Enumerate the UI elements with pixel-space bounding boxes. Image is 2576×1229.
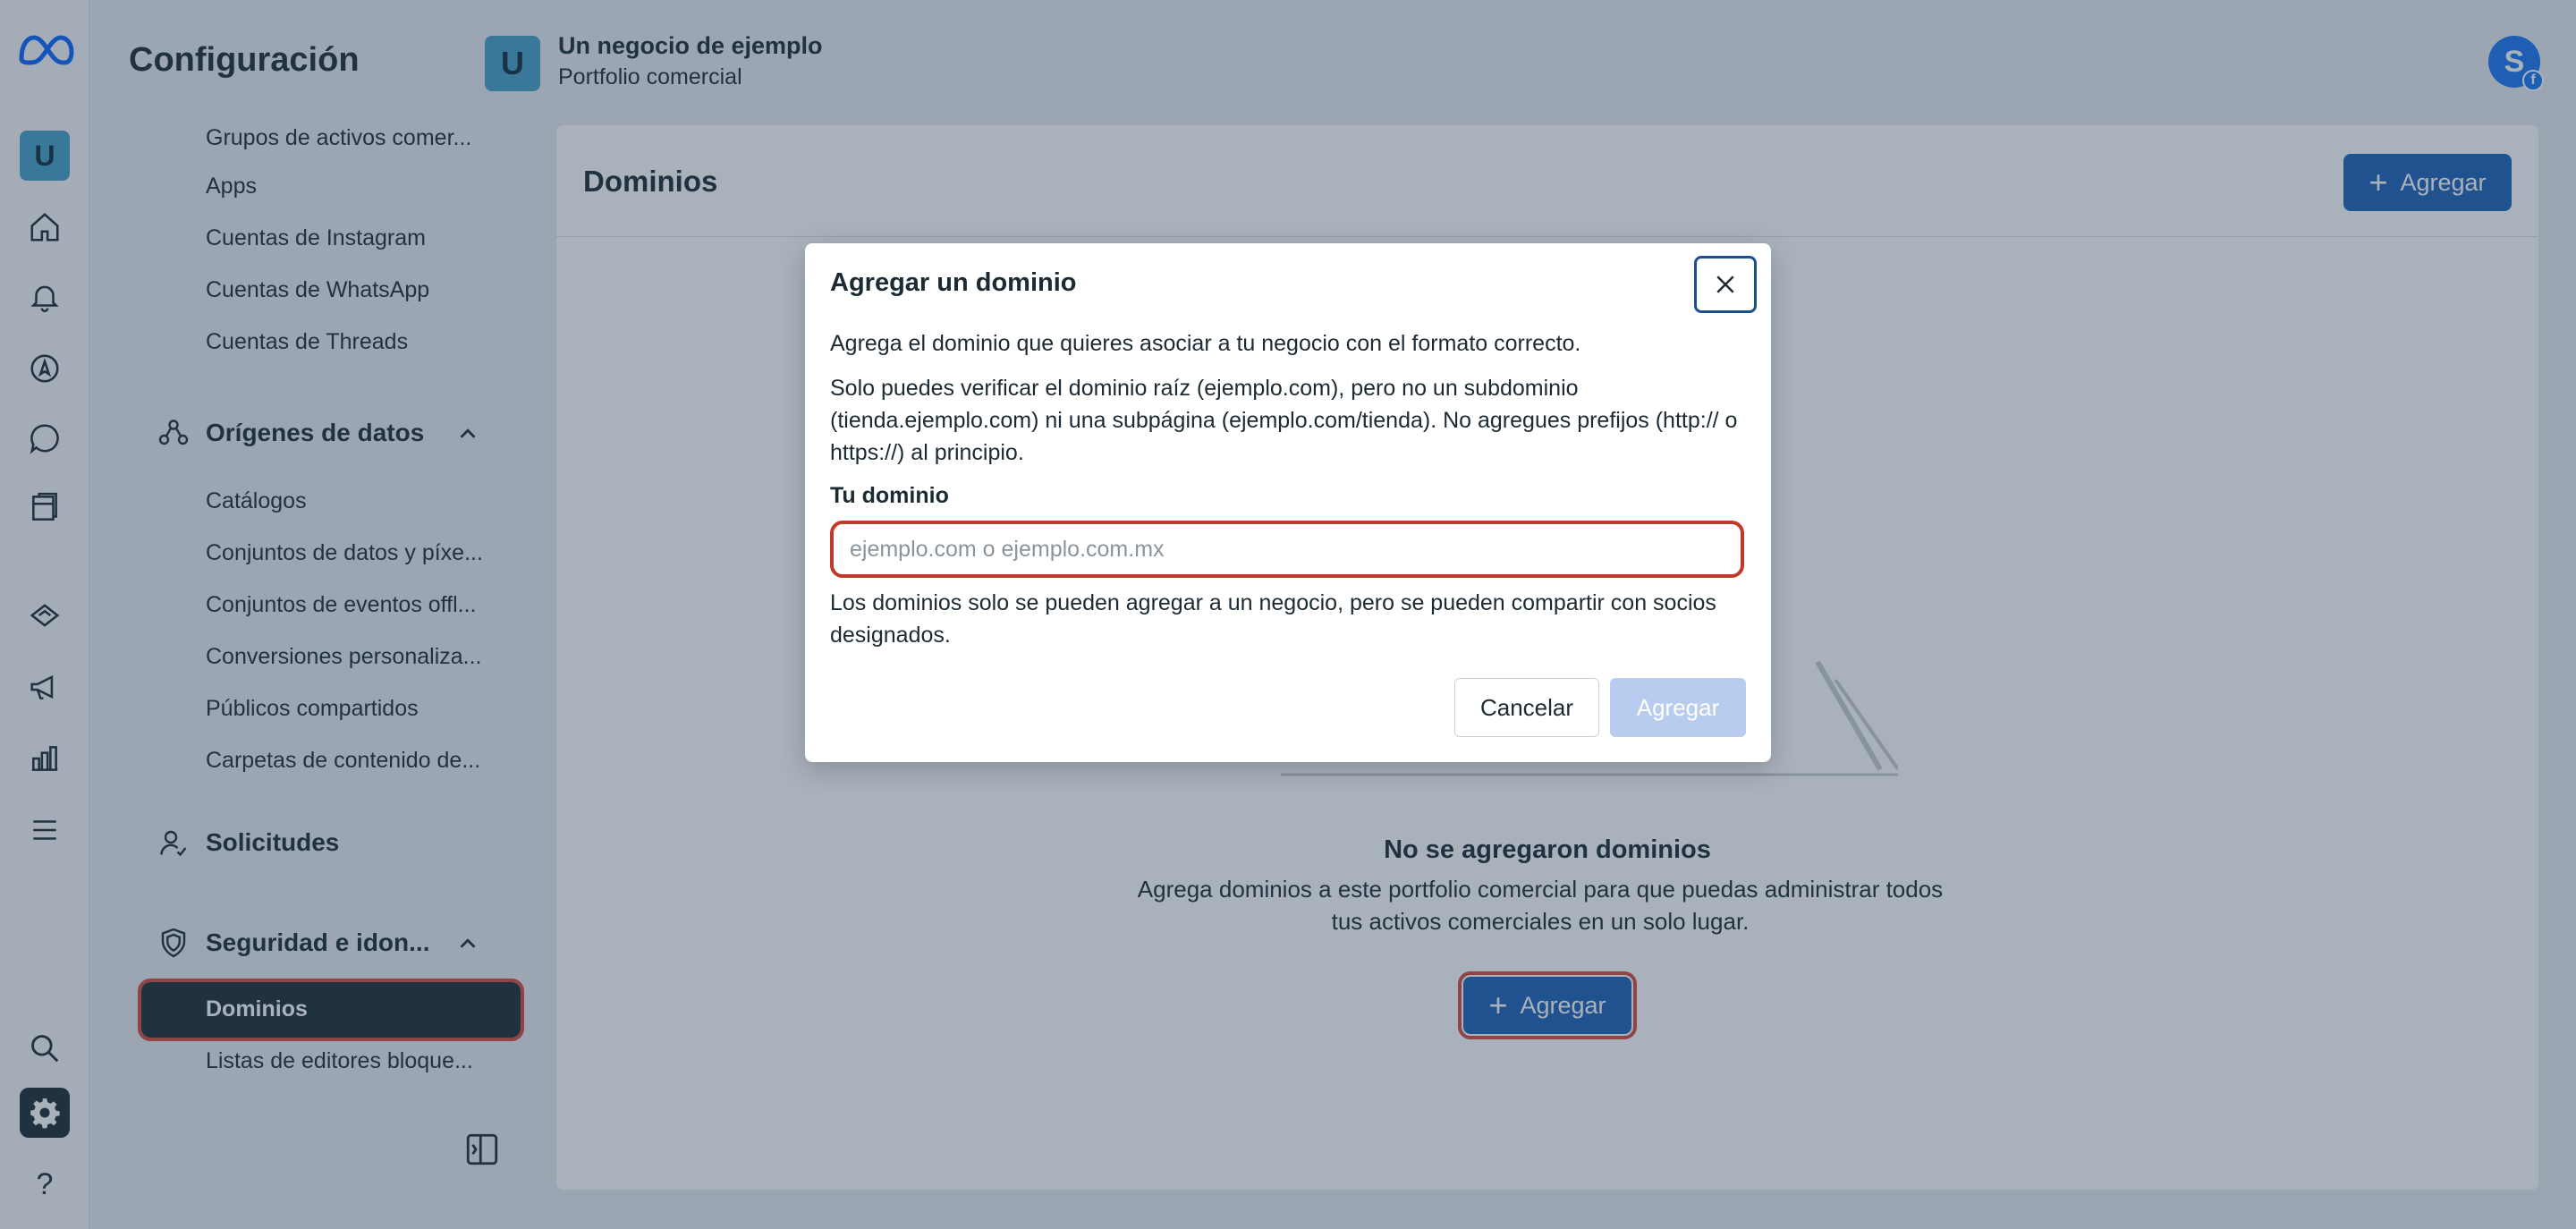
dialog-title: Agregar un dominio: [830, 268, 1077, 297]
close-button[interactable]: [1694, 256, 1757, 313]
dialog-intro-text: Agrega el dominio que quieres asociar a …: [830, 331, 1581, 356]
cancel-button[interactable]: Cancelar: [1454, 678, 1599, 737]
confirm-add-button[interactable]: Agregar: [1610, 678, 1746, 737]
dialog-rules-text: Solo puedes verificar el dominio raíz (e…: [830, 376, 1738, 465]
domain-field-label: Tu dominio: [830, 483, 949, 508]
dialog-note-text: Los dominios solo se pueden agregar a un…: [830, 590, 1716, 648]
domain-input[interactable]: [830, 521, 1744, 578]
add-domain-dialog: Agregar un dominio Agrega el dominio que…: [805, 243, 1771, 762]
close-icon: [1716, 275, 1734, 293]
